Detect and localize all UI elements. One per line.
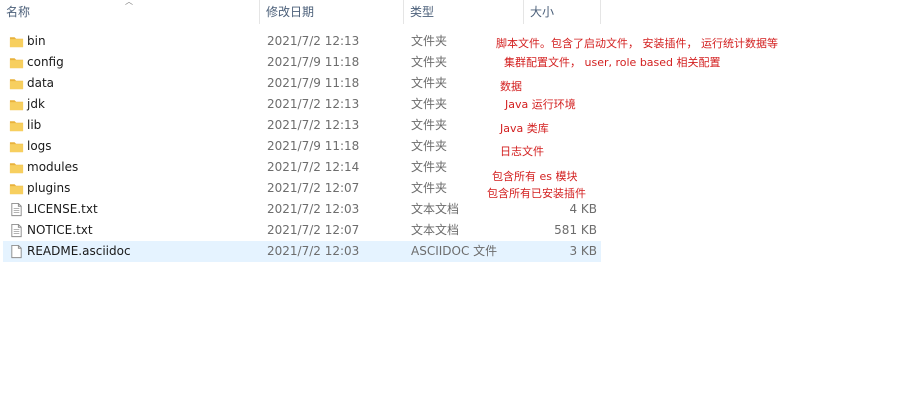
file-name: config <box>27 55 64 69</box>
annotation-logs: 日志文件 <box>500 145 544 158</box>
file-type: 文件夹 <box>411 97 448 111</box>
file-name: README.asciidoc <box>27 244 131 258</box>
file-name: NOTICE.txt <box>27 223 93 237</box>
folder-icon <box>9 34 24 49</box>
text-file-icon <box>9 223 24 238</box>
annotation-bin: 脚本文件。包含了启动文件， 安装插件， 运行统计数据等 <box>496 37 778 50</box>
file-modified-date: 2021/7/2 12:13 <box>267 118 360 132</box>
file-modified-date: 2021/7/2 12:03 <box>267 202 360 216</box>
annotation-lib: Java 类库 <box>500 122 549 135</box>
folder-icon <box>9 181 24 196</box>
file-size: 3 KB <box>569 244 597 258</box>
file-name: bin <box>27 34 46 48</box>
column-header-name[interactable]: 名称 <box>0 0 259 24</box>
file-type: 文件夹 <box>411 76 448 90</box>
file-type: 文本文档 <box>411 223 460 237</box>
text-file-icon <box>9 202 24 217</box>
file-modified-date: 2021/7/2 12:07 <box>267 223 360 237</box>
file-size: 4 KB <box>569 202 597 216</box>
file-type: 文件夹 <box>411 118 448 132</box>
annotation-config: 集群配置文件， user, role based 相关配置 <box>504 56 721 69</box>
file-modified-date: 2021/7/2 12:03 <box>267 244 360 258</box>
file-modified-date: 2021/7/2 12:13 <box>267 34 360 48</box>
file-row[interactable]: LICENSE.txt 2021/7/2 12:03 文本文档 4 KB <box>3 199 601 220</box>
column-header-type[interactable]: 类型 <box>404 0 523 24</box>
file-name: lib <box>27 118 42 132</box>
file-type: 文件夹 <box>411 55 448 69</box>
column-header-size[interactable]: 大小 <box>524 0 600 24</box>
file-type: 文件夹 <box>411 160 448 174</box>
document-file-icon <box>9 244 24 259</box>
folder-icon <box>9 160 24 175</box>
file-name: jdk <box>27 97 45 111</box>
file-row[interactable]: NOTICE.txt 2021/7/2 12:07 文本文档 581 KB <box>3 220 601 241</box>
file-modified-date: 2021/7/2 12:07 <box>267 181 360 195</box>
annotation-jdk: Java 运行环境 <box>505 98 576 111</box>
annotation-plugins: 包含所有已安装插件 <box>487 187 586 200</box>
folder-icon <box>9 139 24 154</box>
file-type: 文件夹 <box>411 139 448 153</box>
file-name: LICENSE.txt <box>27 202 98 216</box>
file-modified-date: 2021/7/9 11:18 <box>267 139 360 153</box>
file-row[interactable]: README.asciidoc 2021/7/2 12:03 ASCIIDOC 文件… <box>3 241 601 262</box>
file-modified-date: 2021/7/2 12:14 <box>267 160 360 174</box>
column-header: ︿ 名称 修改日期 类型 大小 <box>0 0 914 24</box>
column-divider[interactable] <box>600 0 601 24</box>
file-type: 文件夹 <box>411 181 448 195</box>
file-name: logs <box>27 139 52 153</box>
folder-icon <box>9 118 24 133</box>
folder-icon <box>9 76 24 91</box>
annotation-data: 数据 <box>500 80 522 93</box>
file-type: ASCIIDOC 文件 <box>411 244 498 258</box>
folder-icon <box>9 55 24 70</box>
file-size: 581 KB <box>554 223 597 237</box>
file-name: plugins <box>27 181 71 195</box>
file-modified-date: 2021/7/9 11:18 <box>267 76 360 90</box>
file-type: 文本文档 <box>411 202 460 216</box>
annotation-modules: 包含所有 es 模块 <box>492 170 578 183</box>
file-name: modules <box>27 160 79 174</box>
file-type: 文件夹 <box>411 34 448 48</box>
file-name: data <box>27 76 55 90</box>
file-modified-date: 2021/7/2 12:13 <box>267 97 360 111</box>
file-modified-date: 2021/7/9 11:18 <box>267 55 360 69</box>
folder-icon <box>9 97 24 112</box>
column-header-modified[interactable]: 修改日期 <box>260 0 403 24</box>
